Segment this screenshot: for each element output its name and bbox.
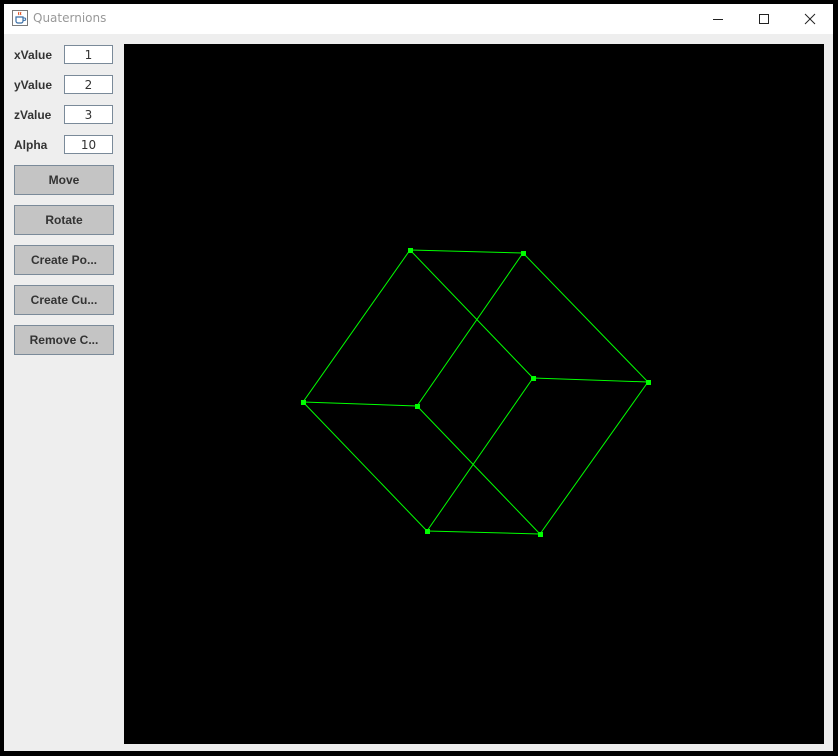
window-frame: Quaternions xValue yValue — [4, 4, 833, 751]
close-button[interactable] — [787, 4, 833, 34]
cube-edge — [522, 252, 649, 383]
cube-edge — [302, 249, 411, 403]
cube-edge — [426, 377, 534, 532]
cube-vertex — [415, 404, 420, 409]
cube-vertex — [408, 248, 413, 253]
cube-edge — [409, 249, 534, 379]
close-icon — [804, 13, 816, 25]
create-cube-button[interactable]: Create Cu... — [14, 285, 114, 315]
cube-edge — [539, 381, 649, 535]
create-point-button[interactable]: Create Po... — [14, 245, 114, 275]
cube-edge — [426, 530, 541, 535]
minimize-icon — [713, 19, 723, 20]
cube-vertices — [301, 248, 651, 537]
x-value-label: xValue — [14, 48, 53, 62]
application-window: Quaternions xValue yValue — [0, 0, 838, 756]
java-cup-icon — [12, 10, 28, 26]
z-value-field[interactable] — [64, 105, 113, 124]
render-canvas[interactable] — [124, 44, 824, 744]
alpha-label: Alpha — [14, 138, 48, 152]
wireframe-cube — [301, 248, 651, 537]
cube-edge — [532, 377, 649, 383]
cube-vertex — [301, 400, 306, 405]
x-value-field[interactable] — [64, 45, 113, 64]
cube-edge — [416, 405, 541, 535]
minimize-button[interactable] — [695, 4, 741, 34]
z-value-label: zValue — [14, 108, 52, 122]
alpha-field[interactable] — [64, 135, 113, 154]
rotate-button[interactable]: Rotate — [14, 205, 114, 235]
cube-vertex — [646, 380, 651, 385]
move-button[interactable]: Move — [14, 165, 114, 195]
cube-vertex — [425, 529, 430, 534]
cube-edge — [416, 252, 524, 407]
maximize-icon — [759, 14, 769, 24]
maximize-button[interactable] — [741, 4, 787, 34]
title-bar[interactable]: Quaternions — [4, 4, 833, 34]
client-area: xValue yValue zValue Alpha Move Rotate C… — [4, 34, 833, 751]
cube-edges — [302, 249, 649, 535]
cube-vertex — [538, 532, 543, 537]
cube-edge — [302, 401, 428, 532]
window-title: Quaternions — [33, 11, 107, 25]
cube-edge — [302, 401, 418, 407]
cube-edge — [409, 249, 524, 254]
y-value-field[interactable] — [64, 75, 113, 94]
cube-vertex — [521, 251, 526, 256]
cube-vertex — [531, 376, 536, 381]
remove-cube-button[interactable]: Remove C... — [14, 325, 114, 355]
y-value-label: yValue — [14, 78, 53, 92]
